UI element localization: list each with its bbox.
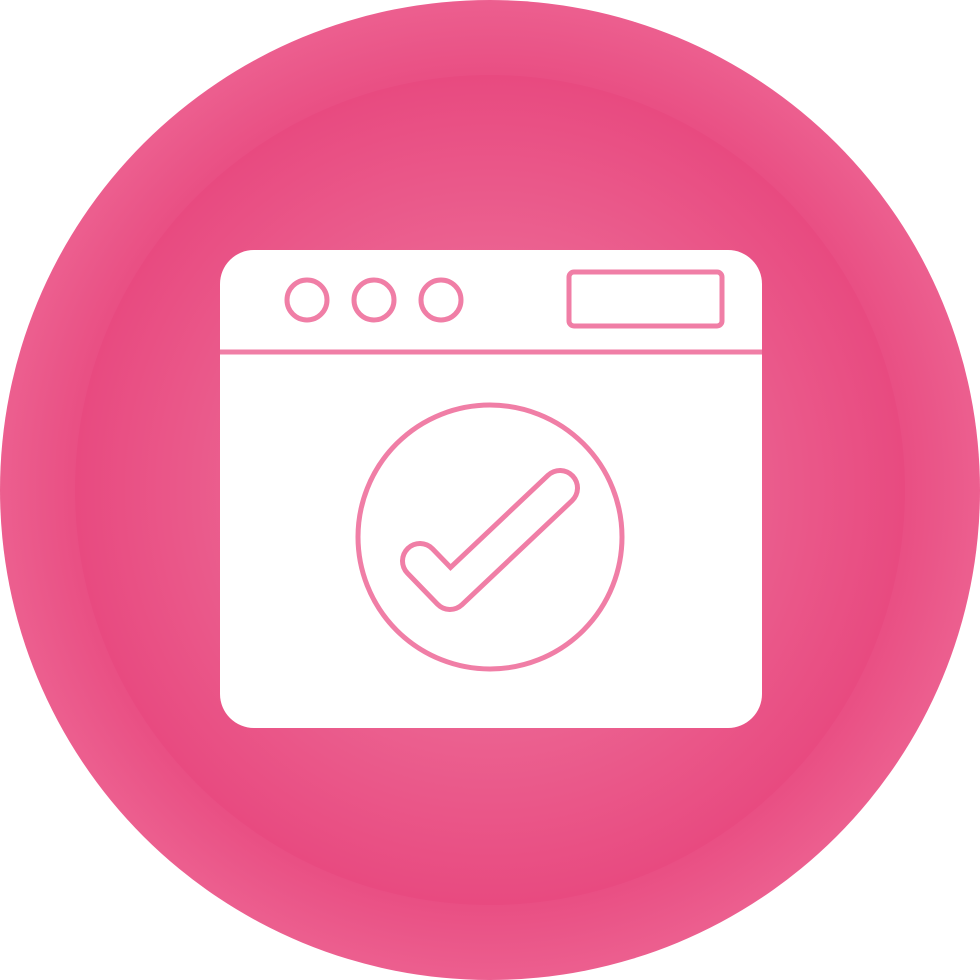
icon-canvas — [0, 0, 980, 980]
badge-graphic — [0, 0, 980, 980]
browser-window-icon — [220, 250, 762, 728]
